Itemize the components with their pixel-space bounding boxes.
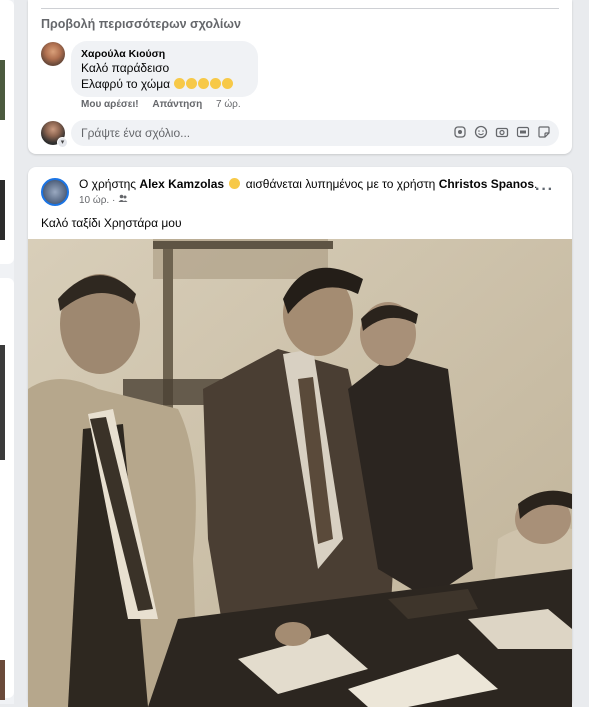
sticker-icon[interactable]	[537, 125, 551, 139]
comment-input[interactable]: Γράψτε ένα σχόλιο...	[71, 120, 559, 146]
post-timestamp[interactable]: 10 ώρ.	[79, 195, 109, 206]
friends-icon[interactable]	[118, 194, 128, 206]
feeling-emoji-icon	[229, 178, 241, 189]
divider	[41, 8, 559, 9]
emoji-icon	[222, 78, 234, 89]
left-card	[0, 278, 14, 698]
emoji-picker-icon[interactable]	[474, 125, 488, 139]
comment-input-tools	[453, 125, 551, 139]
feeling-text: αισθάνεται λυπημένος με το χρήστη	[242, 177, 439, 191]
comment-bubble: Χαρούλα Κιούση Καλό παράδεισο Ελαφρύ το …	[71, 41, 258, 97]
camera-icon[interactable]	[495, 125, 509, 139]
post-author-avatar[interactable]	[41, 178, 69, 206]
view-more-comments-link[interactable]: Προβολή περισσότερων σχολίων	[41, 17, 241, 31]
comment-text-line2: Ελαφρύ το χώμα	[81, 77, 234, 91]
tagged-user-link[interactable]: Christos Spanos	[439, 177, 534, 191]
post-meta: 10 ώρ. ·	[79, 194, 128, 206]
comment-author[interactable]: Χαρούλα Κιούση	[81, 48, 165, 60]
commenter-avatar[interactable]	[41, 42, 65, 66]
header-prefix: Ο χρήστης	[79, 177, 140, 191]
left-sidebar-edge	[0, 0, 14, 704]
post-card: Ο χρήστης Alex Kamzolas αισθάνεται λυπημ…	[28, 167, 572, 707]
comment-timestamp[interactable]: 7 ώρ.	[216, 99, 241, 110]
post-header: Ο χρήστης Alex Kamzolas αισθάνεται λυπημ…	[79, 177, 537, 191]
chevron-down-icon[interactable]: ▾	[57, 137, 68, 148]
photo-content	[28, 239, 572, 707]
post-author-link[interactable]: Alex Kamzolas	[139, 177, 224, 191]
comment-text: Ελαφρύ το χώμα	[81, 77, 171, 91]
left-thumbnail	[0, 180, 5, 240]
emoji-icon	[174, 78, 186, 89]
post-photo[interactable]	[28, 239, 572, 707]
emoji-icon	[186, 78, 198, 89]
post-text: Καλό ταξίδι Χρηστάρα μου	[41, 216, 182, 230]
avatar-sticker-icon[interactable]	[453, 125, 467, 139]
comment-actions: Μου αρέσει! Απάντηση 7 ώρ.	[81, 99, 252, 110]
emoji-icon	[198, 78, 210, 89]
like-comment-button[interactable]: Μου αρέσει!	[81, 99, 139, 110]
more-options-icon[interactable]: ···	[535, 181, 554, 199]
emoji-icon	[210, 78, 222, 89]
comment-placeholder: Γράψτε ένα σχόλιο...	[81, 126, 191, 140]
comment-text-line1: Καλό παράδεισο	[81, 61, 170, 75]
comments-card: Προβολή περισσότερων σχολίων Χαρούλα Κιο…	[28, 0, 572, 154]
reply-comment-button[interactable]: Απάντηση	[152, 99, 202, 110]
left-thumbnail	[0, 660, 5, 700]
left-thumbnail	[0, 60, 5, 120]
gif-icon[interactable]	[516, 125, 530, 139]
left-thumbnail	[0, 345, 5, 460]
